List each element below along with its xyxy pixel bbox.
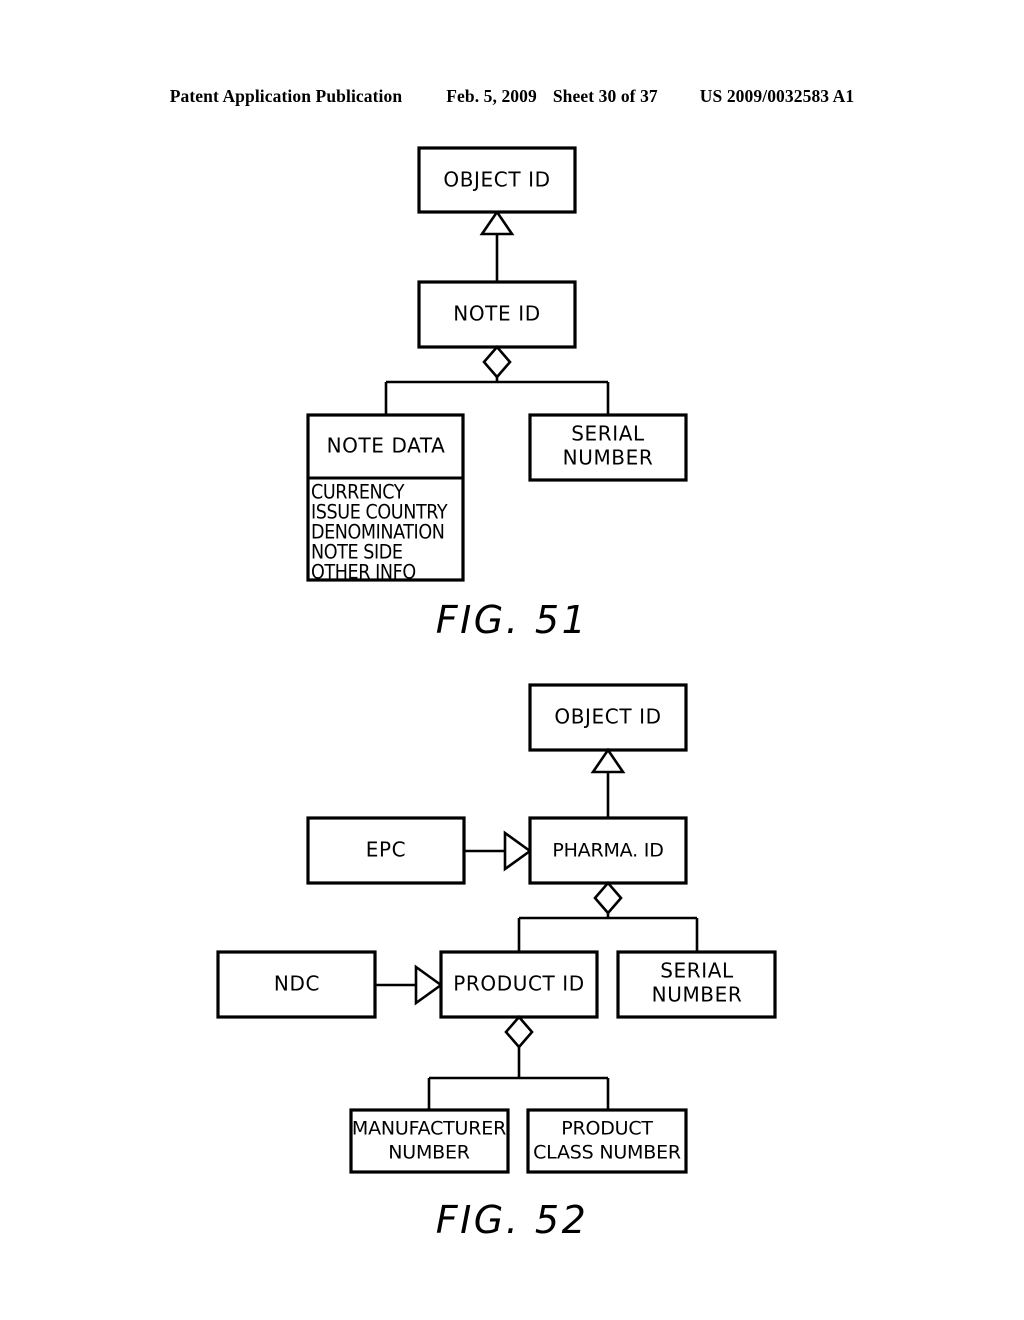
figure-52-caption: FIG. 52: [435, 1198, 589, 1242]
node-product-id-label: PRODUCT ID: [453, 972, 585, 996]
header-publication-title: Patent Application Publication: [169, 86, 403, 106]
node-serial-number-label-line1: SERIAL: [571, 422, 645, 446]
aggregation-diamond-icon: [504, 1015, 534, 1049]
node-object-id-label: OBJECT ID: [443, 168, 550, 192]
note-data-attribute-other-info: OTHER INFO: [311, 561, 416, 584]
node-note-data-label: NOTE DATA: [327, 434, 446, 458]
node-epc-label: EPC: [366, 838, 406, 862]
association-arrowhead-icon: [414, 964, 444, 1006]
node-ndc-label: NDC: [274, 972, 320, 996]
page-header: Patent Application Publication Feb. 5, 2…: [0, 86, 1024, 107]
node-product-class-number-label-line1: PRODUCT: [561, 1118, 653, 1140]
association-arrowhead-icon: [503, 830, 533, 872]
node-serial-number-label-line2: NUMBER: [652, 983, 743, 1007]
figure-51-diagram: OBJECT ID NOTE ID NOTE DATA CURRENCY ISS…: [0, 130, 1024, 600]
figure-51-caption: FIG. 51: [435, 598, 589, 642]
generalization-triangle-icon: [590, 747, 626, 774]
figure-52-diagram: OBJECT ID EPC PHARMA. ID NDC PRODUCT ID: [0, 670, 1024, 1190]
node-manufacturer-number-label-line1: MANUFACTURER: [352, 1118, 506, 1140]
header-sheet-number: Sheet 30 of 37: [552, 86, 658, 106]
node-serial-number-label-line2: NUMBER: [563, 446, 654, 470]
aggregation-diamond-icon: [593, 881, 623, 915]
node-serial-number-label-line1: SERIAL: [660, 959, 734, 983]
node-product-class-number-label-line2: CLASS NUMBER: [533, 1142, 681, 1164]
aggregation-diamond-icon: [482, 345, 512, 379]
node-pharma-id-label: PHARMA. ID: [552, 840, 663, 862]
node-manufacturer-number-label-line2: NUMBER: [388, 1142, 470, 1164]
node-note-id-label: NOTE ID: [453, 302, 540, 326]
header-publication-date: Feb. 5, 2009: [446, 86, 537, 106]
header-patent-number: US 2009/0032583 A1: [699, 86, 855, 106]
generalization-triangle-icon: [479, 209, 515, 236]
node-object-id-label: OBJECT ID: [554, 705, 661, 729]
